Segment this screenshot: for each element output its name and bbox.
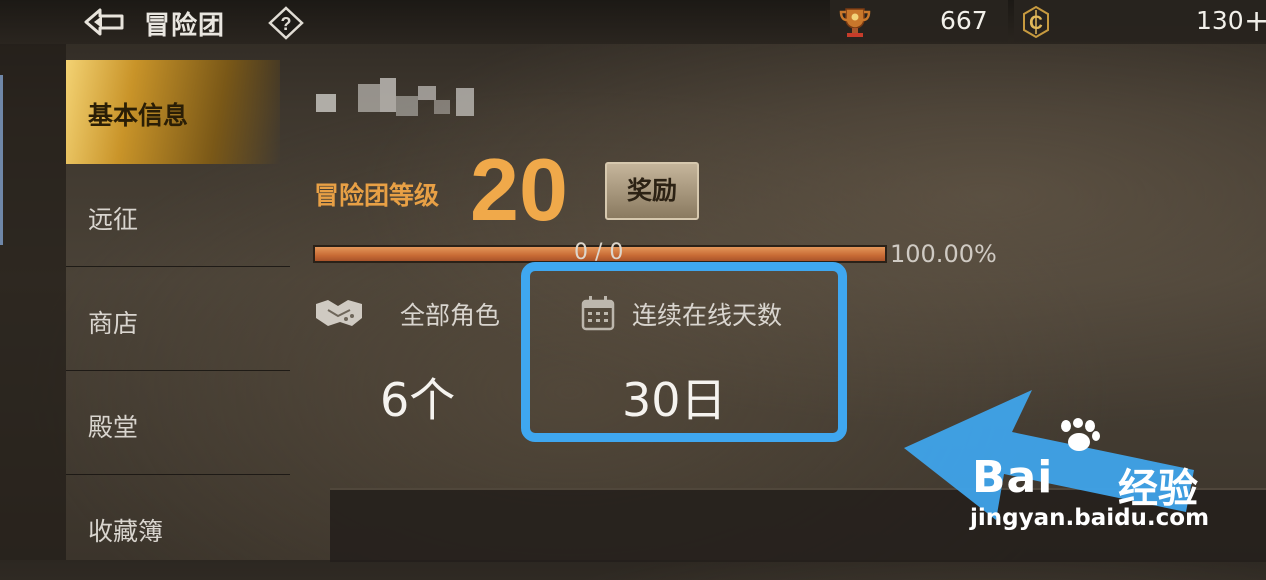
coin-count: 130 (1196, 6, 1244, 35)
sidebar-item-label: 商店 (88, 309, 139, 338)
blurred-player-name (316, 78, 476, 120)
progress-percent: 100.00% (890, 240, 997, 268)
reward-button[interactable]: 奖励 (605, 162, 699, 220)
sidebar-item-collection[interactable]: 收藏簿 (66, 476, 280, 580)
svg-text:?: ? (281, 14, 292, 34)
watermark-url: jingyan.baidu.com (970, 505, 1210, 531)
sidebar-item-shop[interactable]: 商店 (66, 268, 280, 372)
watermark-brand: Bai (972, 452, 1054, 503)
baidu-paw-icon (1061, 418, 1100, 451)
handshake-icon (316, 300, 362, 326)
sidebar-divider (66, 474, 290, 475)
sidebar-item-label: 基本信息 (88, 101, 189, 130)
sidebar-item-label: 殿堂 (88, 413, 139, 442)
sidebar-item-label: 收藏簿 (88, 517, 164, 546)
coin-icon: C (1023, 5, 1049, 39)
add-coin-button[interactable]: + (1244, 4, 1266, 39)
sidebar-scroll-indicator (0, 75, 3, 245)
highlight-annotation-box (521, 262, 847, 442)
level-value: 20 (470, 140, 568, 239)
sidebar-divider (66, 266, 290, 267)
help-diamond-icon[interactable]: ? (268, 6, 304, 40)
all-characters-label: 全部角色 (400, 301, 501, 330)
trophy-count: 667 (940, 6, 988, 35)
trophy-icon (839, 8, 871, 37)
level-label: 冒险团等级 (314, 181, 440, 210)
page-title: 冒险团 (144, 11, 226, 41)
sidebar-item-label: 远征 (88, 205, 139, 234)
sidebar-item-basic-info[interactable]: 基本信息 (66, 60, 280, 164)
sidebar-item-hall[interactable]: 殿堂 (66, 372, 280, 476)
sidebar-divider (66, 370, 290, 371)
sidebar (0, 44, 66, 560)
sidebar-item-expedition[interactable]: 远征 (66, 164, 280, 268)
all-characters-value: 6个 (380, 373, 456, 427)
back-arrow-icon[interactable] (82, 6, 126, 38)
